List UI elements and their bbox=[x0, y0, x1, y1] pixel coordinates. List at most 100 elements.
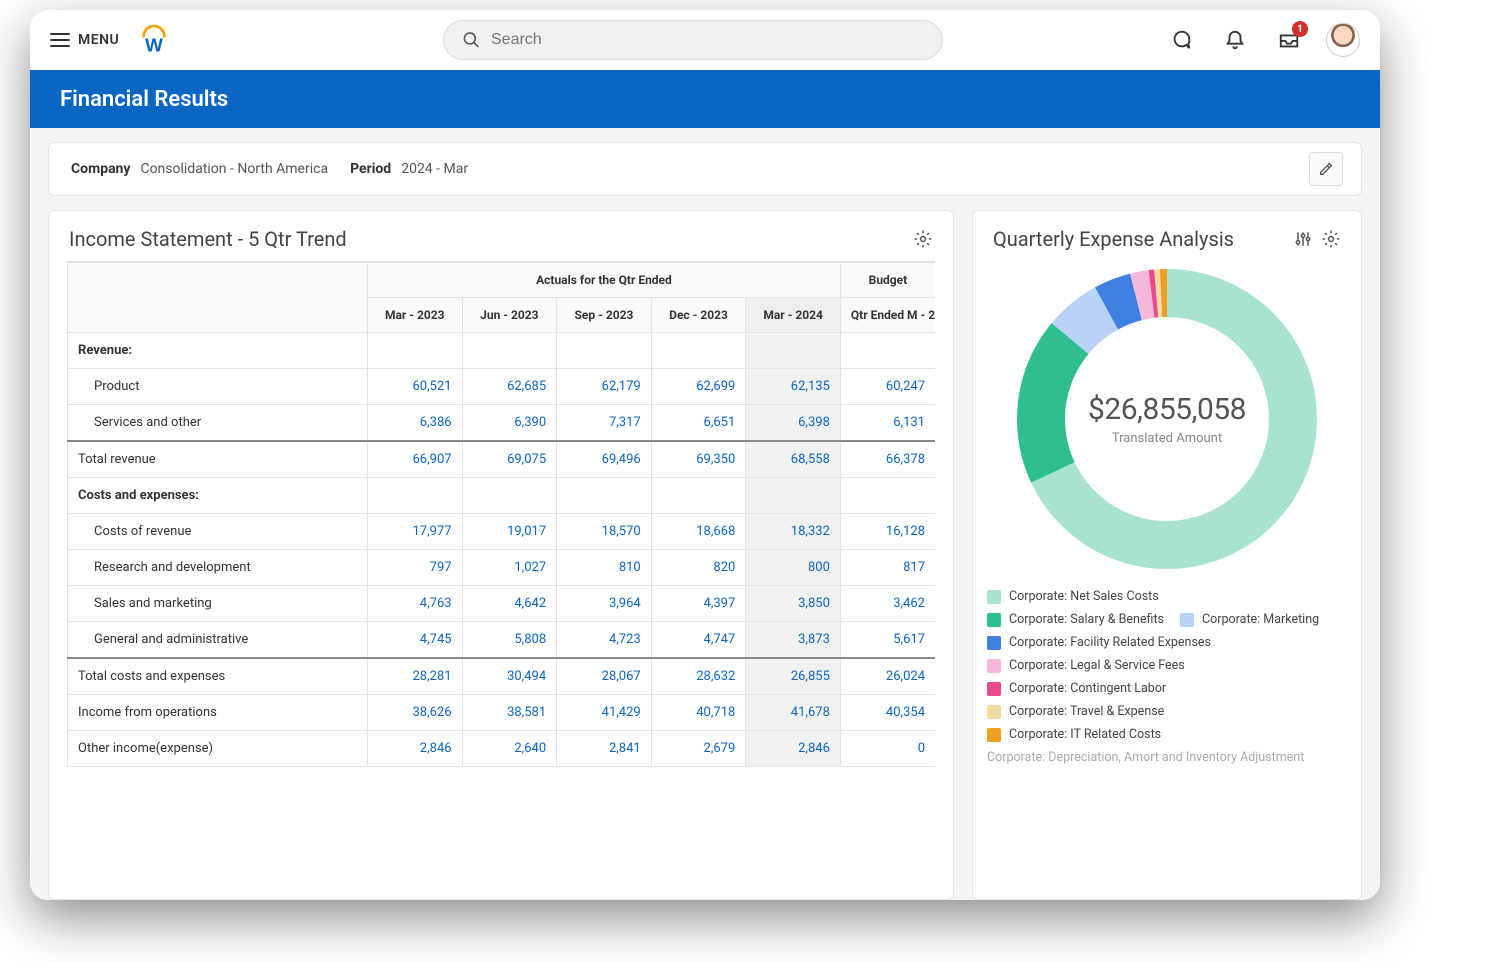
data-cell[interactable]: 28,632 bbox=[651, 658, 746, 695]
legend-item[interactable]: Corporate: Facility Related Expenses bbox=[987, 635, 1211, 650]
data-cell[interactable]: 4,745 bbox=[368, 622, 463, 659]
legend-item[interactable]: Corporate: Legal & Service Fees bbox=[987, 658, 1185, 673]
chart-settings-button[interactable] bbox=[1321, 229, 1341, 249]
data-cell[interactable]: 4,763 bbox=[368, 586, 463, 622]
table-row: Total costs and expenses28,28130,49428,0… bbox=[68, 658, 936, 695]
table-row: Other income(expense)2,8462,6402,8412,67… bbox=[68, 731, 936, 767]
legend-label: Corporate: IT Related Costs bbox=[1009, 727, 1161, 742]
data-cell[interactable]: 69,350 bbox=[651, 441, 746, 478]
notifications-button[interactable] bbox=[1218, 23, 1252, 57]
row-label: Revenue: bbox=[68, 333, 368, 369]
card-settings-button[interactable] bbox=[913, 229, 933, 249]
data-cell[interactable]: 810 bbox=[557, 550, 652, 586]
chat-icon bbox=[1170, 29, 1192, 51]
data-cell[interactable]: 26,855 bbox=[746, 658, 841, 695]
data-cell[interactable]: 41,678 bbox=[746, 695, 841, 731]
data-cell[interactable]: 68,558 bbox=[746, 441, 841, 478]
data-cell[interactable]: 28,281 bbox=[368, 658, 463, 695]
table-row: Revenue: bbox=[68, 333, 936, 369]
legend-item[interactable]: Corporate: Travel & Expense bbox=[987, 704, 1164, 719]
data-cell[interactable]: 69,075 bbox=[462, 441, 557, 478]
data-cell[interactable]: 3,462 bbox=[840, 586, 935, 622]
data-cell[interactable]: 3,964 bbox=[557, 586, 652, 622]
data-cell[interactable]: 4,723 bbox=[557, 622, 652, 659]
data-cell[interactable]: 797 bbox=[368, 550, 463, 586]
data-cell[interactable]: 60,247 bbox=[840, 369, 935, 405]
donut-center-label: Translated Amount bbox=[1112, 431, 1222, 446]
data-cell[interactable]: 66,907 bbox=[368, 441, 463, 478]
legend-item-cutoff: Corporate: Depreciation, Amort and Inven… bbox=[987, 750, 1347, 765]
data-cell[interactable]: 5,617 bbox=[840, 622, 935, 659]
data-cell[interactable]: 6,386 bbox=[368, 405, 463, 442]
menu-button[interactable]: MENU bbox=[50, 32, 119, 48]
legend-item[interactable]: Corporate: IT Related Costs bbox=[987, 727, 1161, 742]
data-cell[interactable]: 2,846 bbox=[368, 731, 463, 767]
legend-label: Corporate: Facility Related Expenses bbox=[1009, 635, 1211, 650]
data-cell[interactable]: 62,685 bbox=[462, 369, 557, 405]
expense-donut-chart[interactable]: $26,855,058 Translated Amount bbox=[1017, 269, 1317, 569]
data-cell[interactable]: 4,397 bbox=[651, 586, 746, 622]
row-label: Total costs and expenses bbox=[68, 658, 368, 695]
table-column-header: Qtr Ended M - 20 bbox=[840, 298, 935, 333]
data-cell[interactable]: 3,850 bbox=[746, 586, 841, 622]
data-cell[interactable]: 16,128 bbox=[840, 514, 935, 550]
data-cell[interactable]: 38,581 bbox=[462, 695, 557, 731]
legend-item[interactable]: Corporate: Contingent Labor bbox=[987, 681, 1166, 696]
search-input[interactable] bbox=[491, 31, 924, 49]
data-cell[interactable]: 69,496 bbox=[557, 441, 652, 478]
data-cell[interactable]: 6,131 bbox=[840, 405, 935, 442]
chart-config-button[interactable] bbox=[1293, 229, 1313, 249]
data-cell[interactable]: 6,398 bbox=[746, 405, 841, 442]
data-cell[interactable]: 2,640 bbox=[462, 731, 557, 767]
data-cell[interactable]: 6,651 bbox=[651, 405, 746, 442]
data-cell[interactable]: 38,626 bbox=[368, 695, 463, 731]
chart-legend: Corporate: Net Sales Costs Corporate: Sal… bbox=[987, 589, 1347, 765]
data-cell[interactable]: 1,027 bbox=[462, 550, 557, 586]
legend-item[interactable]: Corporate: Salary & Benefits bbox=[987, 612, 1164, 627]
chat-button[interactable] bbox=[1164, 23, 1198, 57]
data-cell[interactable]: 2,841 bbox=[557, 731, 652, 767]
data-cell[interactable]: 17,977 bbox=[368, 514, 463, 550]
legend-label: Corporate: Travel & Expense bbox=[1009, 704, 1164, 719]
data-cell[interactable]: 820 bbox=[651, 550, 746, 586]
data-cell[interactable]: 18,332 bbox=[746, 514, 841, 550]
data-cell[interactable]: 0 bbox=[840, 731, 935, 767]
user-avatar[interactable] bbox=[1326, 23, 1360, 57]
data-cell[interactable]: 817 bbox=[840, 550, 935, 586]
row-label: Services and other bbox=[68, 405, 368, 442]
data-cell[interactable]: 62,179 bbox=[557, 369, 652, 405]
data-cell[interactable]: 28,067 bbox=[557, 658, 652, 695]
data-cell[interactable]: 4,642 bbox=[462, 586, 557, 622]
data-cell[interactable]: 5,808 bbox=[462, 622, 557, 659]
data-cell[interactable]: 2,679 bbox=[651, 731, 746, 767]
data-cell[interactable]: 40,354 bbox=[840, 695, 935, 731]
data-cell[interactable]: 66,378 bbox=[840, 441, 935, 478]
data-cell[interactable]: 41,429 bbox=[557, 695, 652, 731]
data-cell[interactable]: 60,521 bbox=[368, 369, 463, 405]
legend-item[interactable]: Corporate: Marketing bbox=[1180, 612, 1319, 627]
data-cell[interactable]: 62,135 bbox=[746, 369, 841, 405]
data-cell[interactable]: 7,317 bbox=[557, 405, 652, 442]
data-cell[interactable]: 6,390 bbox=[462, 405, 557, 442]
data-cell[interactable]: 19,017 bbox=[462, 514, 557, 550]
row-label: Costs of revenue bbox=[68, 514, 368, 550]
inbox-badge: 1 bbox=[1292, 21, 1308, 37]
legend-item[interactable]: Corporate: Net Sales Costs bbox=[987, 589, 1159, 604]
data-cell[interactable]: 30,494 bbox=[462, 658, 557, 695]
data-cell[interactable]: 62,699 bbox=[651, 369, 746, 405]
global-search[interactable] bbox=[443, 20, 943, 60]
data-cell[interactable]: 3,873 bbox=[746, 622, 841, 659]
data-cell[interactable]: 4,747 bbox=[651, 622, 746, 659]
data-cell[interactable]: 800 bbox=[746, 550, 841, 586]
data-cell[interactable]: 40,718 bbox=[651, 695, 746, 731]
workday-logo[interactable]: W bbox=[139, 25, 169, 55]
data-cell[interactable]: 18,668 bbox=[651, 514, 746, 550]
page-title: Financial Results bbox=[30, 70, 1380, 128]
data-cell[interactable]: 2,846 bbox=[746, 731, 841, 767]
data-cell[interactable]: 26,024 bbox=[840, 658, 935, 695]
gear-icon bbox=[1321, 229, 1341, 249]
inbox-button[interactable]: 1 bbox=[1272, 23, 1306, 57]
data-cell[interactable]: 18,570 bbox=[557, 514, 652, 550]
edit-filters-button[interactable] bbox=[1309, 152, 1343, 186]
table-column-header: Mar - 2023 bbox=[368, 298, 463, 333]
